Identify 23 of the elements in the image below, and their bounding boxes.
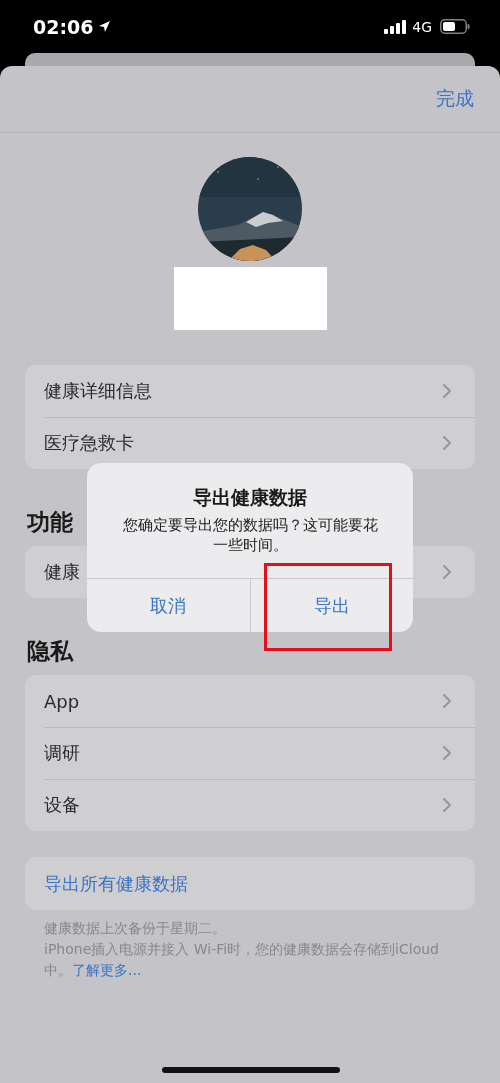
storage-note: iPhone插入电源并接入 Wi-Fi时，您的健康数据会存储到iCloud中。了解更多... <box>44 940 440 980</box>
list-item[interactable]: 设备 <box>44 793 443 817</box>
section-title: 功能 <box>27 508 73 537</box>
section-title: 隐私 <box>27 637 73 666</box>
status-time: 02:06 <box>33 15 94 38</box>
list-item[interactable]: 医疗急救卡 <box>44 431 443 455</box>
battery-icon <box>440 19 470 34</box>
list-item[interactable]: App <box>44 690 443 712</box>
location-arrow-icon <box>98 20 112 33</box>
dialog-button[interactable]: 导出 <box>249 579 413 632</box>
signal-icon <box>384 19 407 34</box>
list-item[interactable]: 调研 <box>44 741 443 765</box>
dialog-message: 您确定要导出您的数据吗？这可能要花一些时间。 <box>121 516 379 555</box>
chevron-icon <box>443 798 451 812</box>
dialog-button[interactable]: 取消 <box>87 579 250 632</box>
chevron-icon <box>443 436 451 450</box>
chevron-icon <box>443 384 451 398</box>
chevron-icon <box>443 746 451 760</box>
dialog-title: 导出健康数据 <box>193 485 307 510</box>
chevron-icon <box>443 694 451 708</box>
list-item[interactable]: 健康详细信息 <box>44 379 443 403</box>
chevron-icon <box>443 565 451 579</box>
network-type: 4G <box>412 18 432 35</box>
